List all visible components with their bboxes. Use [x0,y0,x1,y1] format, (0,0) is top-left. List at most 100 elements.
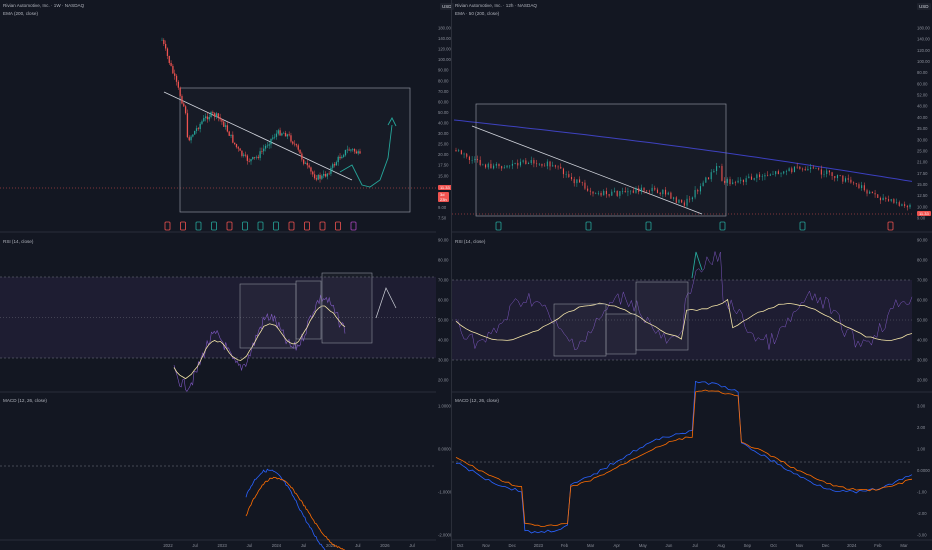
right-candle [810,167,812,169]
right-time-tick: Oct [457,543,464,548]
right-candle [479,159,481,165]
right-candle [656,189,659,193]
right-candle [777,171,779,175]
left-signal-marker[interactable] [335,221,341,231]
left-signal-marker[interactable] [242,221,248,231]
left-candle [195,128,198,131]
left-chart-pane[interactable]: Rivian Automotive, Inc. · 1W · NASDAQ EM… [0,0,454,550]
left-signal-marker[interactable] [319,221,326,231]
right-rsi-box[interactable] [635,281,689,351]
left-signal-marker[interactable] [180,221,186,231]
right-candle [721,166,723,181]
left-signal-marker[interactable] [350,221,357,231]
right-candle [885,197,887,200]
left-candle [304,162,307,164]
right-candle [509,165,511,167]
right-candle [487,163,489,168]
right-signal-marker[interactable] [585,221,592,231]
right-signal-marker[interactable] [799,221,806,231]
right-candle [501,166,503,169]
left-signal-marker[interactable] [195,221,202,231]
right-candle [691,197,693,200]
left-price-tick: 80.00 [438,78,449,83]
right-candle [490,163,492,169]
right-candle [759,174,761,177]
right-candle [592,191,594,194]
left-rsi-box[interactable] [239,283,297,349]
right-candle [756,174,758,179]
right-candle [560,166,562,169]
right-rsi-tick: 40.00 [917,338,928,343]
left-signal-marker[interactable] [273,221,279,231]
left-chart-canvas[interactable]: 180.00 140.00 120.00 100.00 90.00 80.00 70.00 6… [0,0,451,550]
right-candle [527,163,530,165]
left-candle [172,65,174,74]
right-candle [826,170,828,175]
left-rsi-box[interactable] [321,272,373,344]
right-rsi-box[interactable] [553,303,607,357]
left-candle [328,173,330,175]
right-candle [890,199,892,201]
left-candle [243,154,245,156]
right-price-tick: 9.00 [917,216,926,221]
right-candle [871,191,873,194]
right-rsi-box[interactable] [605,313,637,355]
left-candle [313,174,316,179]
right-candle [460,150,462,155]
right-candle [659,192,661,195]
left-signal-marker[interactable] [226,221,233,231]
right-price-tick: 80.00 [917,70,928,75]
left-signal-marker[interactable] [288,221,295,231]
right-signal-marker[interactable] [645,221,652,231]
right-chart-pane[interactable]: Rivian Automotive, Inc. · 12h · NASDAQ E… [452,0,932,550]
right-candle [734,182,736,184]
right-signal-marker[interactable] [495,221,502,231]
right-candle [732,182,734,185]
right-candle [858,184,860,189]
right-time-tick: May [639,543,648,548]
left-macd-line [245,468,326,550]
right-candle [839,175,841,176]
right-candle [850,179,852,183]
left-signal-marker[interactable] [257,221,264,231]
left-candle [332,164,334,168]
right-candle [740,179,742,181]
right-pattern-box[interactable] [475,103,727,217]
right-candle [737,180,739,183]
right-candle [616,190,618,196]
right-candle [455,150,457,152]
left-candle [273,136,276,138]
right-time-tick: 2024 [847,543,857,548]
left-macd-tick: -2.0000 [438,533,451,538]
right-candle [887,199,890,201]
right-candle [471,159,473,161]
right-candle [648,190,650,192]
left-candle [223,121,225,127]
right-time-tick: Aug [717,543,725,548]
left-rsi-box[interactable] [295,280,322,340]
left-price-tick: 40.00 [438,121,449,126]
right-signal-marker[interactable] [719,221,726,231]
left-candle [268,144,270,146]
right-chart-canvas[interactable]: 180.00 140.00 120.00 100.00 80.00 60.00 52.00 4… [452,0,932,550]
right-candle [788,168,790,172]
right-candle [697,190,699,192]
right-candle [485,164,487,168]
right-signal-marker[interactable] [887,221,894,231]
left-candle [235,144,238,148]
left-signal-marker[interactable] [164,221,171,231]
right-candle [584,182,586,189]
left-pattern-box[interactable] [179,87,411,213]
right-candle [613,190,616,192]
right-macd-tick: 0.0000 [917,468,930,473]
right-price-tick: 120.00 [917,48,930,53]
left-signal-marker[interactable] [211,221,217,231]
right-candle [681,199,683,203]
right-price-tick: 15.00 [917,182,928,187]
left-candle [239,148,241,151]
left-signal-marker[interactable] [304,221,310,231]
right-candle [909,204,911,208]
left-candle [277,130,279,134]
left-candle [279,130,281,136]
left-candle [259,151,261,158]
